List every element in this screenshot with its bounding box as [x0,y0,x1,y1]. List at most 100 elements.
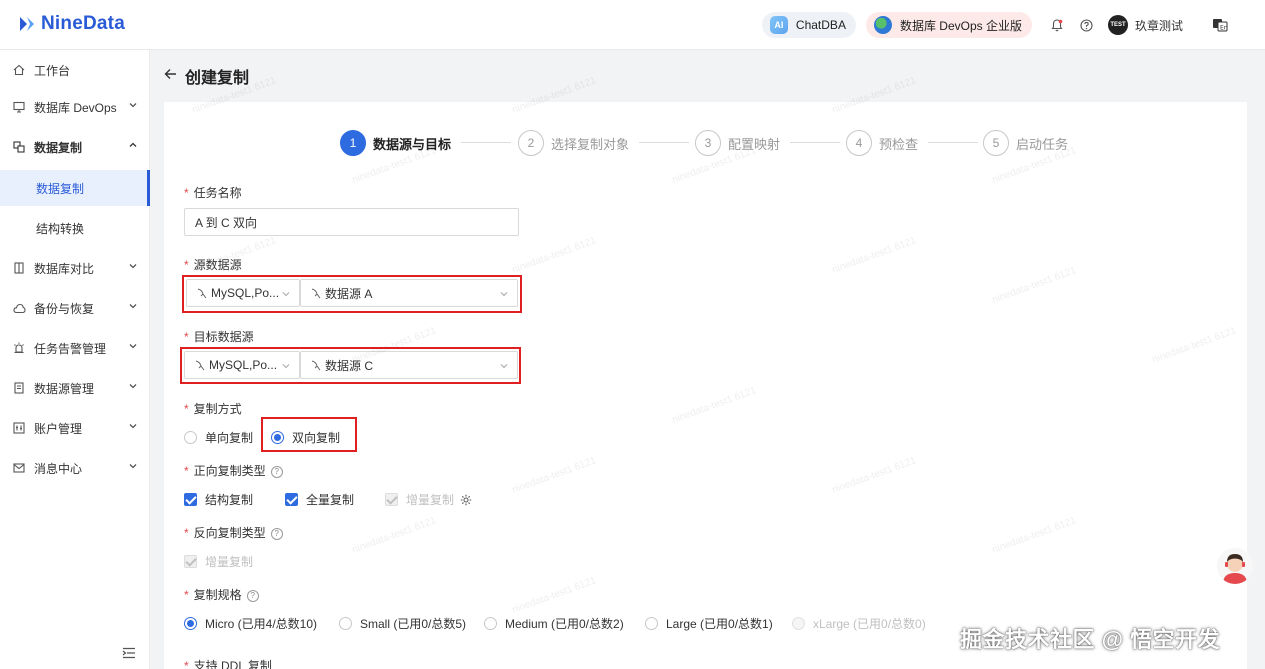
step-5[interactable]: 5 启动任务 [983,130,1068,156]
devops-label: 数据库 DevOps 企业版 [899,18,1022,33]
task-name-label: * 任务名称 [184,186,242,200]
sidebar-item-label: 工作台 [34,63,71,78]
chevron-up-icon [129,142,137,147]
sidebar-item-messages[interactable]: 消息中心 [0,448,150,488]
sidebar-item-replication[interactable]: 数据复制 [0,127,150,167]
spec-micro[interactable]: Micro (已用4/总数10) [184,615,317,632]
forward-type-label: * 正向复制类型? [184,462,283,479]
spec-small[interactable]: Small (已用0/总数5) [339,615,466,632]
step-3[interactable]: 3 配置映射 [695,130,780,156]
bell-icon[interactable] [1049,17,1065,33]
step-2[interactable]: 2 选择复制对象 [518,130,629,156]
step-label: 预检查 [879,136,919,152]
target-label: * 目标数据源 [184,330,254,344]
help-circle-icon[interactable]: ? [270,527,283,540]
highlight-box [261,417,357,452]
step-4[interactable]: 4 预检查 [846,130,918,156]
chatdba-button[interactable]: AI ChatDBA [761,12,856,38]
radio-circle [484,617,497,630]
help-circle-icon[interactable]: ? [246,589,259,602]
chevron-down-icon [129,344,137,349]
form-card: 1 数据源与目标 2 选择复制对象 3 配置映射 4 预检查 5 启动任务 * 任… [164,102,1247,669]
compare-icon [12,261,26,275]
language-switch-icon[interactable]: En [1212,17,1228,33]
datasource-icon [12,381,26,395]
spec-medium[interactable]: Medium (已用0/总数2) [484,615,624,632]
step-1[interactable]: 1 数据源与目标 [340,130,451,156]
account-icon [12,421,26,435]
sidebar: 工作台 数据库 DevOps 数据复制 数据复制 结构转换 数据库对比 备份与恢… [0,50,150,669]
monitor-icon [12,100,26,114]
check-schema[interactable]: 结构复制 [184,491,253,508]
collapse-menu-icon[interactable] [122,647,136,659]
page-title: 创建复制 [185,70,250,87]
globe-icon [873,16,892,34]
help-icon[interactable] [1079,17,1095,33]
sidebar-item-devops[interactable]: 数据库 DevOps [0,87,150,127]
sidebar-item-label: 任务告警管理 [34,341,107,356]
sidebar-item-workbench[interactable]: 工作台 [0,50,150,90]
home-icon [12,63,26,77]
highlight-box [180,347,521,384]
checkbox [184,493,197,506]
sidebar-item-datasource[interactable]: 数据源管理 [0,368,150,408]
step-connector [790,142,840,143]
replication-icon [12,140,26,154]
step-label: 数据源与目标 [373,136,452,152]
sidebar-item-label: 结构转换 [36,221,85,236]
radio-one-way[interactable]: 单向复制 [184,429,253,446]
task-name-input[interactable]: A 到 C 双向 [184,208,519,236]
step-label: 配置映射 [728,136,781,152]
user-avatar[interactable]: TEST [1107,15,1128,35]
sidebar-item-label: 数据源管理 [34,381,95,396]
sidebar-item-label: 备份与恢复 [34,301,95,316]
highlight-box [182,275,522,313]
sidebar-subitem-replication[interactable]: 数据复制 [0,170,150,206]
radio-circle [184,617,197,630]
ninedata-logo-icon [20,17,34,31]
checkbox [285,493,298,506]
chevron-down-icon [129,464,137,469]
sidebar-subitem-schema-conversion[interactable]: 结构转换 [0,210,150,246]
customer-support-avatar[interactable] [1217,548,1253,584]
username[interactable]: 玖章测试 [1135,17,1183,34]
sidebar-item-alerts[interactable]: 任务告警管理 [0,328,150,368]
chevron-down-icon [129,304,137,309]
back-arrow-icon[interactable] [164,67,177,85]
spec-label: * 复制规格? [184,586,259,603]
sidebar-item-accounts[interactable]: 账户管理 [0,408,150,448]
step-label: 选择复制对象 [551,136,630,152]
radio-circle [792,617,805,630]
spec-large[interactable]: Large (已用0/总数1) [645,615,773,632]
alarm-icon [12,341,26,355]
chevron-down-icon [129,384,137,389]
chatdba-label: ChatDBA [795,18,846,32]
chevron-down-icon [129,103,137,108]
sidebar-item-backup[interactable]: 备份与恢复 [0,288,150,328]
sidebar-item-db-compare[interactable]: 数据库对比 [0,248,150,288]
ai-icon: AI [769,16,788,34]
svg-text:En: En [1220,25,1228,32]
mail-icon [12,461,26,475]
step-number: 4 [846,130,872,156]
sidebar-item-label: 账户管理 [34,421,83,436]
step-number: 3 [695,130,721,156]
sidebar-item-label: 数据复制 [34,140,83,155]
gear-icon[interactable] [460,494,472,506]
help-circle-icon[interactable]: ? [270,465,283,478]
top-bar: NineData AI ChatDBA 数据库 DevOps 企业版 TEST … [0,0,1265,50]
logo[interactable]: NineData [16,13,125,35]
checkbox [184,555,197,568]
page-header: 创建复制 [150,50,1265,102]
spec-xlarge: xLarge (已用0/总数0) [792,615,926,632]
devops-edition-button[interactable]: 数据库 DevOps 企业版 [865,12,1032,38]
reverse-type-label: * 反向复制类型? [184,524,283,541]
radio-circle [339,617,352,630]
cloud-icon [12,301,26,315]
sidebar-item-label: 数据库 DevOps [34,100,117,115]
step-connector [639,142,689,143]
step-connector [461,142,511,143]
step-number: 5 [983,130,1009,156]
check-full[interactable]: 全量复制 [285,491,354,508]
step-number: 1 [340,130,366,156]
